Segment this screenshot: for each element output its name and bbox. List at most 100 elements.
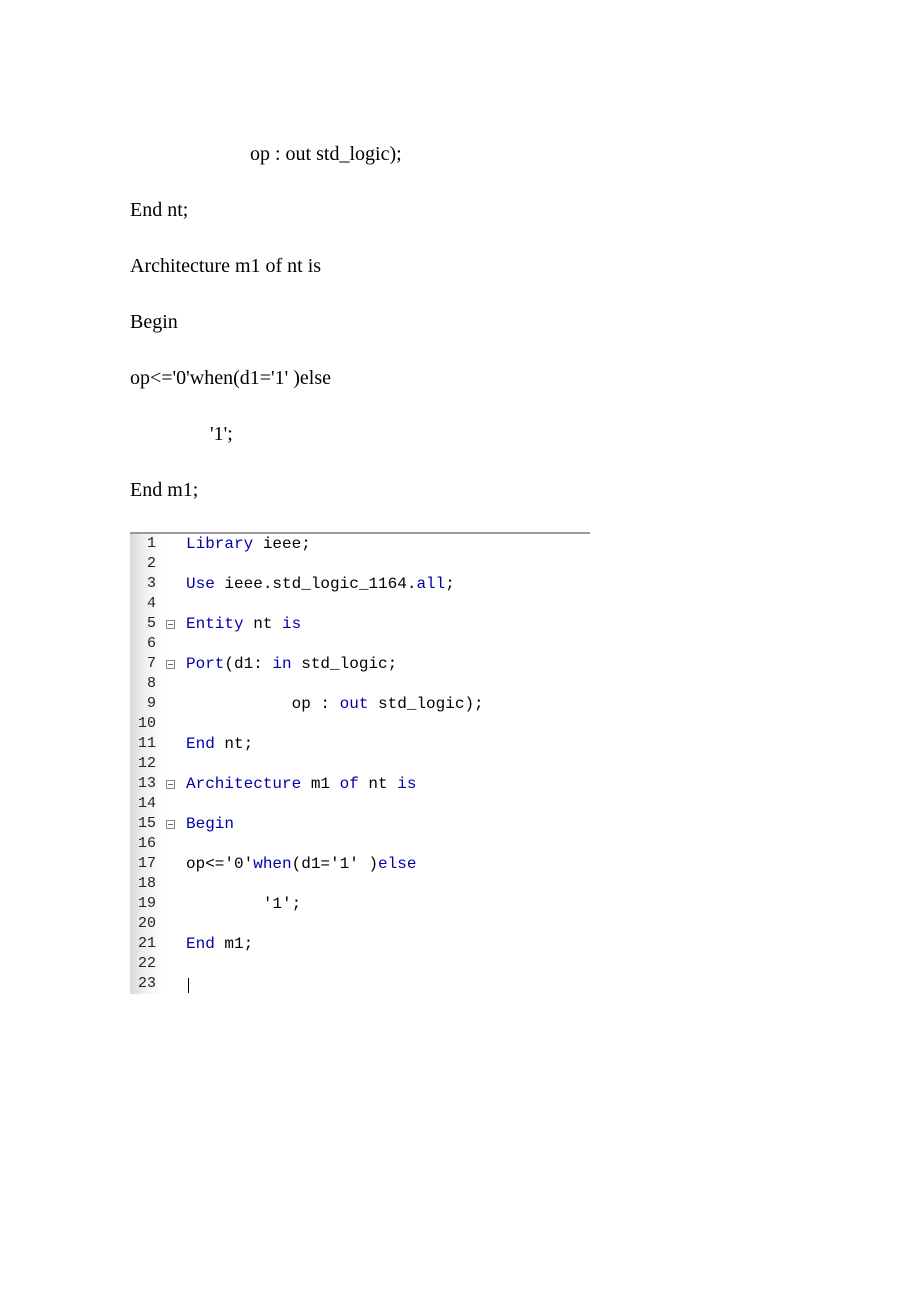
fold-minus-icon[interactable] [166, 820, 175, 829]
code-text[interactable] [178, 754, 196, 774]
code-line[interactable]: 17 op<='0'when(d1='1' )else [130, 854, 590, 874]
code-text[interactable]: Use ieee.std_logic_1164.all; [178, 574, 455, 594]
fold-minus-icon[interactable] [166, 620, 175, 629]
code-text[interactable]: Architecture m1 of nt is [178, 774, 416, 794]
fold-gutter [162, 634, 178, 654]
code-text[interactable] [178, 594, 196, 614]
code-text[interactable]: op : out std_logic); [178, 694, 484, 714]
code-text[interactable] [178, 674, 196, 694]
line-number: 1 [130, 534, 162, 554]
code-line[interactable]: 14 [130, 794, 590, 814]
code-text[interactable] [178, 554, 196, 574]
code-editor[interactable]: 1 Library ieee; 2 3Use ieee.std_logic_1164… [130, 532, 590, 994]
code-line[interactable]: 9 op : out std_logic); [130, 694, 590, 714]
code-text[interactable] [178, 914, 196, 934]
code-text[interactable]: '1'; [178, 894, 301, 914]
line-number: 10 [130, 714, 162, 734]
code-line[interactable]: 4 [130, 594, 590, 614]
code-line[interactable]: 10 [130, 714, 590, 734]
fold-minus-icon[interactable] [166, 780, 175, 789]
prose-line: Begin [130, 308, 790, 336]
line-number: 17 [130, 854, 162, 874]
code-line[interactable]: 23 [130, 974, 590, 994]
line-number: 23 [130, 974, 162, 994]
line-number: 19 [130, 894, 162, 914]
fold-gutter[interactable] [162, 774, 178, 794]
code-line[interactable]: 6 [130, 634, 590, 654]
prose-line: Architecture m1 of nt is [130, 252, 790, 280]
line-number: 13 [130, 774, 162, 794]
fold-gutter [162, 734, 178, 754]
line-number: 4 [130, 594, 162, 614]
code-line[interactable]: 1 Library ieee; [130, 534, 590, 554]
fold-gutter [162, 934, 178, 954]
code-text[interactable] [178, 874, 196, 894]
fold-gutter [162, 894, 178, 914]
code-line[interactable]: 8 [130, 674, 590, 694]
fold-gutter [162, 754, 178, 774]
fold-gutter [162, 974, 178, 994]
fold-gutter [162, 534, 178, 554]
line-number: 12 [130, 754, 162, 774]
line-number: 8 [130, 674, 162, 694]
code-line[interactable]: 15 Begin [130, 814, 590, 834]
fold-gutter [162, 574, 178, 594]
fold-minus-icon[interactable] [166, 660, 175, 669]
code-text[interactable] [178, 974, 189, 994]
fold-gutter[interactable] [162, 614, 178, 634]
prose-line: '1'; [130, 420, 790, 448]
fold-gutter [162, 714, 178, 734]
line-number: 9 [130, 694, 162, 714]
code-line[interactable]: 16 [130, 834, 590, 854]
prose-line: op : out std_logic); [130, 140, 790, 168]
code-text[interactable]: End nt; [178, 734, 253, 754]
code-line[interactable]: 11 End nt; [130, 734, 590, 754]
line-number: 15 [130, 814, 162, 834]
code-line[interactable]: 20 [130, 914, 590, 934]
code-text[interactable] [178, 714, 196, 734]
code-line[interactable]: 2 [130, 554, 590, 574]
code-line[interactable]: 21 End m1; [130, 934, 590, 954]
fold-gutter [162, 874, 178, 894]
line-number: 16 [130, 834, 162, 854]
line-number: 5 [130, 614, 162, 634]
prose-line: op<='0'when(d1='1' )else [130, 364, 790, 392]
fold-gutter [162, 954, 178, 974]
code-line[interactable]: 12 [130, 754, 590, 774]
text-cursor [188, 978, 189, 993]
code-line[interactable]: 18 [130, 874, 590, 894]
line-number: 2 [130, 554, 162, 574]
code-text[interactable] [178, 634, 196, 654]
fold-gutter[interactable] [162, 654, 178, 674]
code-text[interactable]: Library ieee; [178, 534, 311, 554]
fold-gutter[interactable] [162, 814, 178, 834]
fold-gutter [162, 694, 178, 714]
line-number: 11 [130, 734, 162, 754]
code-text[interactable]: Port(d1: in std_logic; [178, 654, 397, 674]
code-line[interactable]: 7 Port(d1: in std_logic; [130, 654, 590, 674]
line-number: 21 [130, 934, 162, 954]
line-number: 18 [130, 874, 162, 894]
code-line[interactable]: 13 Architecture m1 of nt is [130, 774, 590, 794]
code-text[interactable]: Begin [178, 814, 234, 834]
fold-gutter [162, 914, 178, 934]
prose-line: End nt; [130, 196, 790, 224]
code-text[interactable]: Entity nt is [178, 614, 301, 634]
line-number: 14 [130, 794, 162, 814]
line-number: 6 [130, 634, 162, 654]
code-text[interactable] [178, 954, 196, 974]
code-line[interactable]: 22 [130, 954, 590, 974]
fold-gutter [162, 554, 178, 574]
code-line[interactable]: 3Use ieee.std_logic_1164.all; [130, 574, 590, 594]
fold-gutter [162, 794, 178, 814]
line-number: 7 [130, 654, 162, 674]
fold-gutter [162, 594, 178, 614]
fold-gutter [162, 674, 178, 694]
code-line[interactable]: 5 Entity nt is [130, 614, 590, 634]
code-text[interactable] [178, 834, 196, 854]
code-text[interactable] [178, 794, 196, 814]
line-number: 22 [130, 954, 162, 974]
code-text[interactable]: End m1; [178, 934, 253, 954]
code-text[interactable]: op<='0'when(d1='1' )else [178, 854, 416, 874]
code-line[interactable]: 19 '1'; [130, 894, 590, 914]
